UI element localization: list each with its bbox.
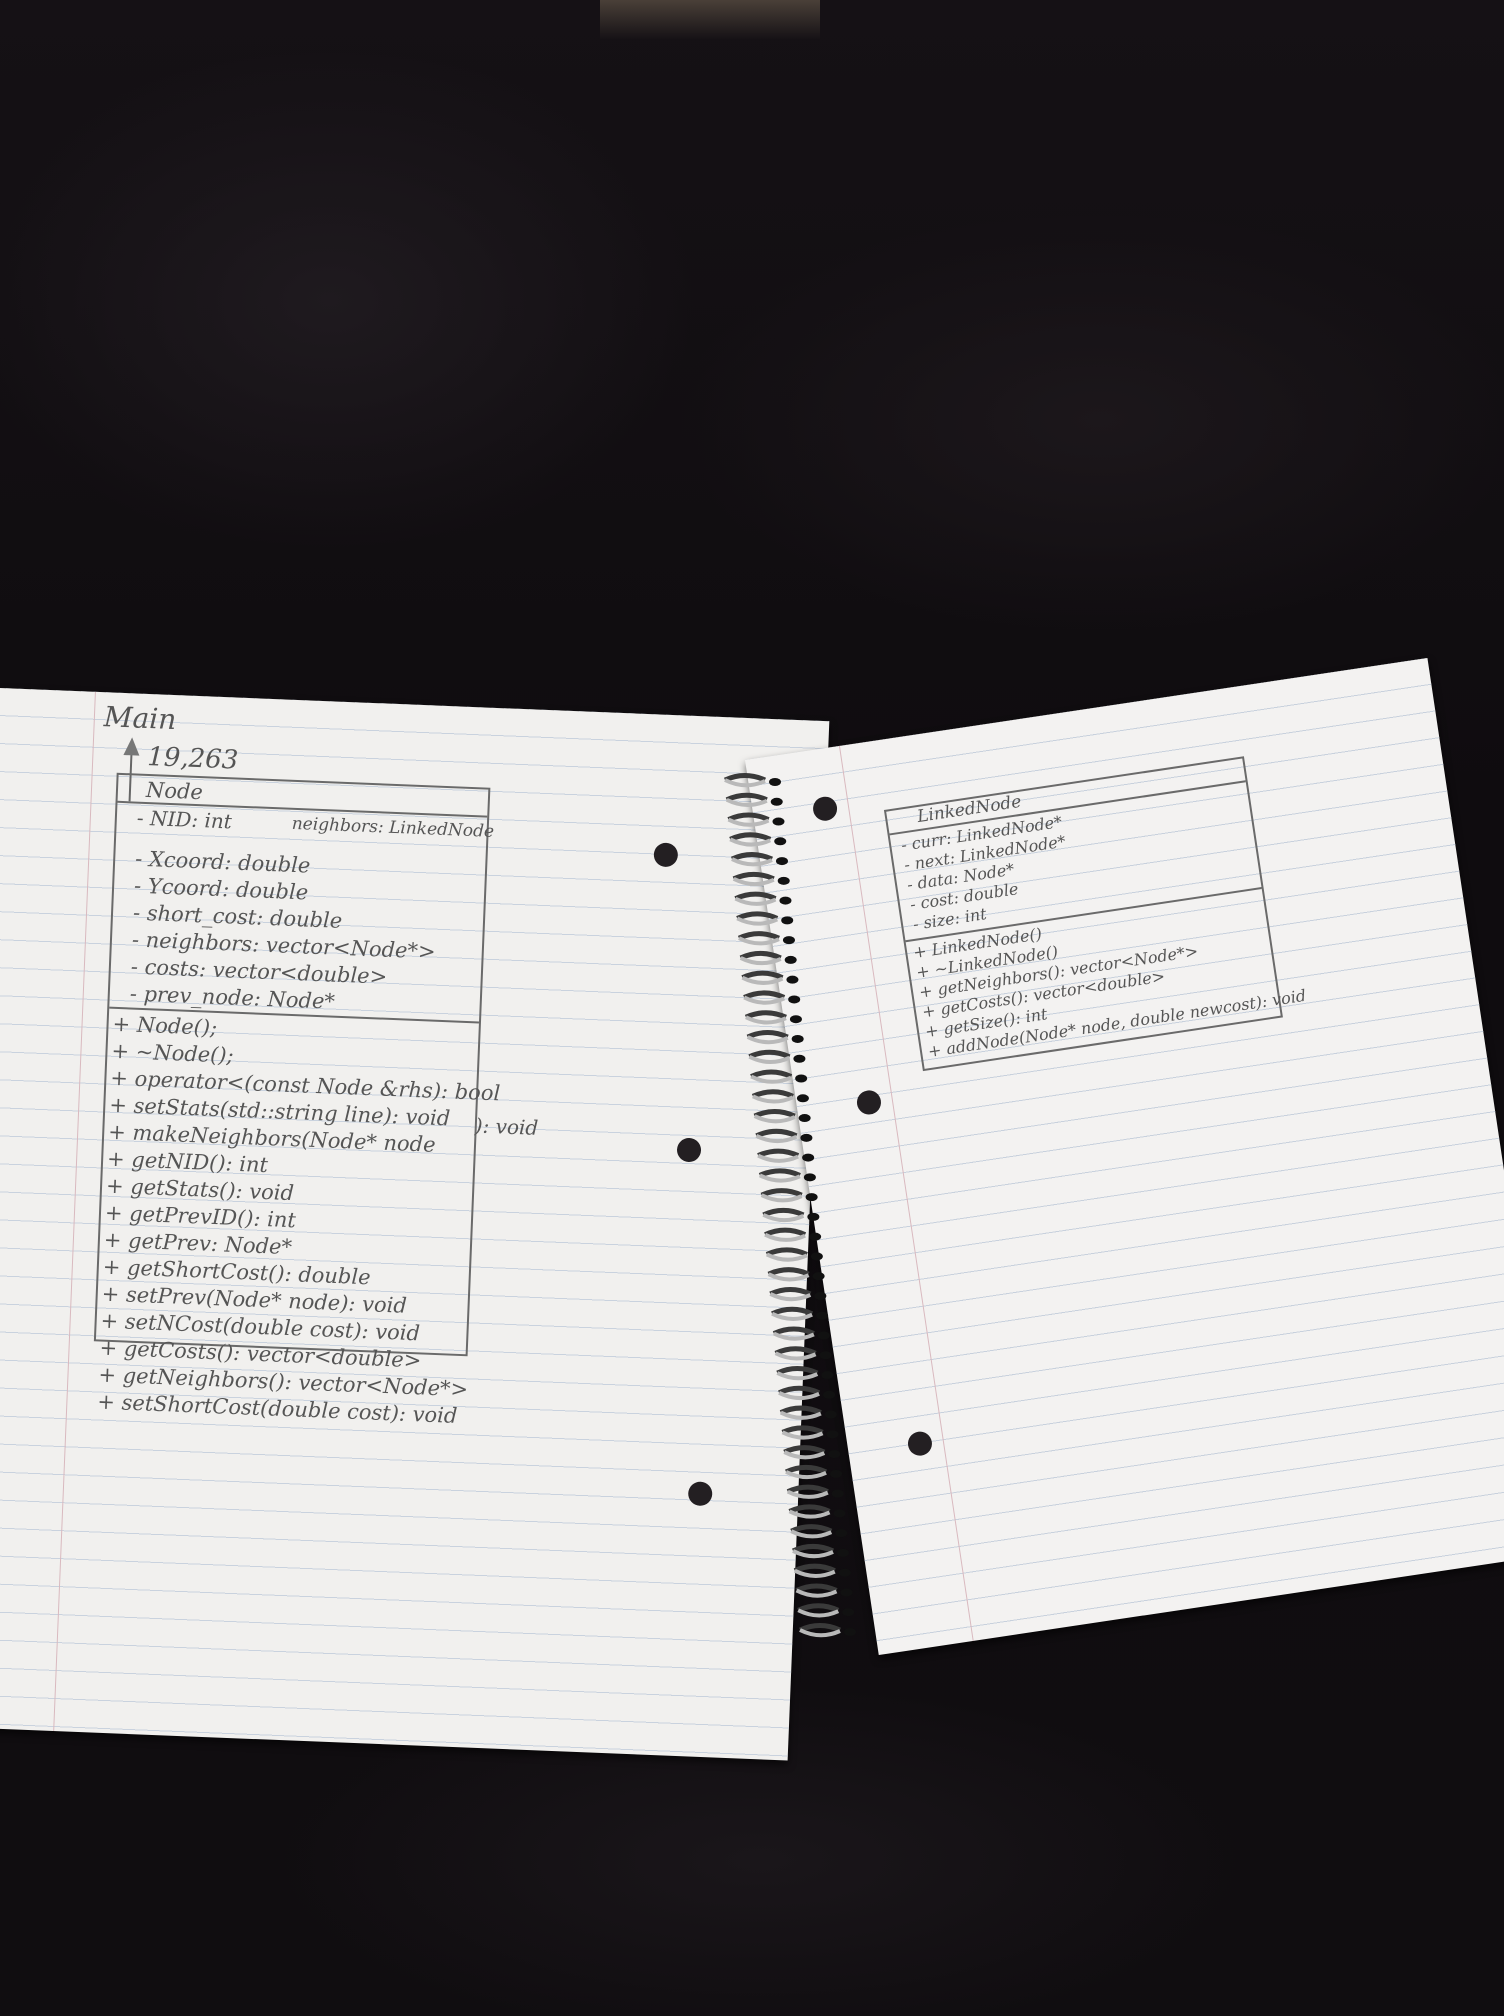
spiral-coil [790,1524,848,1539]
linkednode-class-box: LinkedNode - curr: LinkedNode* - next: Li… [883,756,1307,1072]
spiral-coil [723,773,781,788]
spiral-coil [732,871,790,887]
left-notebook-page: Main 19,263 Node - NID: int neighbors: L… [0,688,830,1761]
spiral-coil [793,1563,851,1578]
spiral-coil [741,970,799,985]
method-suffix: ): void [474,1113,539,1140]
spiral-coil [730,852,788,867]
punch-hole [676,1137,702,1163]
spiral-coil [771,1306,829,1321]
class-name: Node [145,777,204,805]
spiral-coil [734,891,792,906]
spiral-binding [723,773,856,1638]
spiral-coil [757,1148,815,1163]
spiral-coil [744,1010,802,1025]
spiral-coil [760,1188,818,1203]
spiral-coil [797,1603,855,1618]
spiral-coil [788,1504,846,1519]
spiral-coil [798,1623,856,1638]
spiral-coil [727,812,785,827]
spiral-coil [785,1464,843,1480]
spiral-coil [786,1484,844,1499]
spiral-coil [748,1049,806,1064]
spiral-coil [764,1227,822,1242]
margin-line [53,691,96,1732]
page-title: Main [103,700,177,737]
spiral-coil [725,792,783,808]
spiral-coil [753,1109,811,1124]
attribute-list: - curr: LinkedNode* - next: LinkedNode* - … [900,812,1076,935]
count-number: 19,263 [146,741,239,776]
photo-scene: Main 19,263 Node - NID: int neighbors: L… [0,0,1504,2016]
spiral-coil [758,1168,816,1183]
spiral-coil [739,950,797,966]
spiral-coil [795,1583,853,1598]
spiral-coil [767,1267,825,1282]
attribute-nid: - NID: int [136,805,233,834]
spiral-coil [751,1089,809,1104]
punch-hole [653,842,679,868]
spiral-coil [737,931,795,946]
punch-hole [906,1430,934,1458]
spiral-coil [774,1346,832,1361]
spiral-coil [781,1425,839,1440]
spiral-coil [791,1543,850,1559]
spiral-coil [765,1247,823,1262]
spiral-coil [750,1069,808,1084]
spiral-coil [778,1385,836,1401]
attribute-neighbors-linked: neighbors: LinkedNode [291,813,495,842]
node-class-box: Node - NID: int neighbors: LinkedNode - … [93,772,539,1428]
spiral-coil [729,832,787,847]
method-list: + Node(); + ~Node(); + operator<(const Nod… [97,1011,503,1431]
spiral-coil [762,1207,820,1223]
spiral-coil [772,1326,830,1341]
spiral-coil [769,1286,827,1302]
spiral-coil [783,1445,841,1460]
spiral-coil [779,1405,837,1420]
spiral-coil [736,911,794,926]
attribute-list: - Xcoord: double - Ycoord: double - short_… [129,846,439,1020]
spiral-coil [746,1029,804,1045]
spiral-coil [755,1128,813,1144]
spiral-coil [743,990,801,1005]
spiral-coil [776,1366,834,1381]
punch-hole [687,1481,713,1507]
floor-corner [600,0,820,40]
